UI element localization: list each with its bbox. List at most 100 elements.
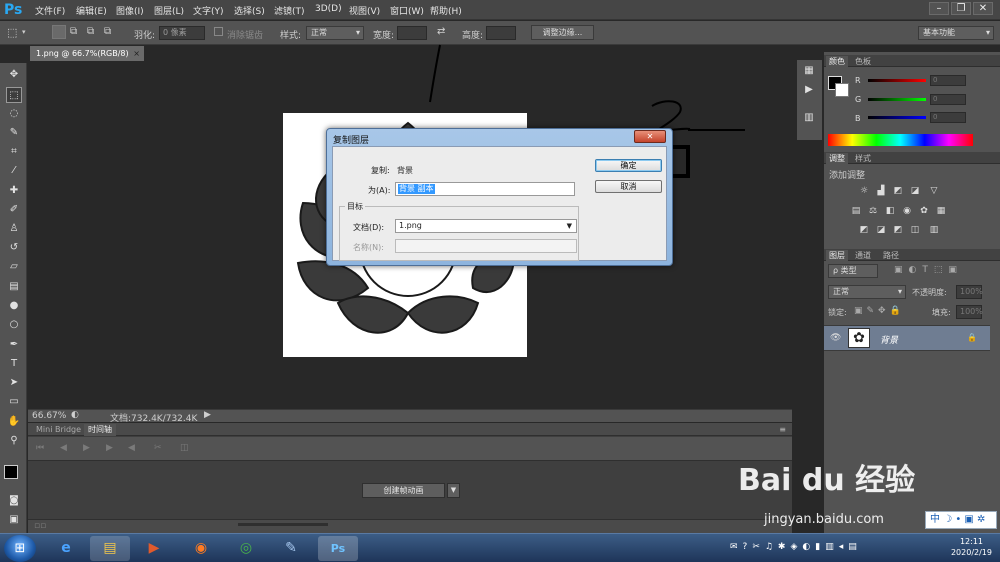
bw-icon[interactable]: ◧ xyxy=(884,206,896,217)
lock-icons[interactable]: ▣✎✥🔒 xyxy=(854,306,905,316)
r-value[interactable]: 0 xyxy=(930,75,966,86)
timeline-panel: Mini Bridge 时间轴 ≡ ⏮ ◀ ▶ ▶ ◀ ✂ ◫ 创建帧动画 ▼ … xyxy=(28,423,792,533)
split-icon[interactable]: ✂ xyxy=(154,443,162,453)
curves-icon[interactable]: ◩ xyxy=(892,186,904,197)
filter-icons[interactable]: ▣◐T⬚▣ xyxy=(894,265,963,275)
status-bar: 66.67% ◐ 文档:732.4K/732.4K ▶ xyxy=(28,409,792,424)
levels-icon[interactable]: ▟ xyxy=(875,186,887,197)
transition-icon[interactable]: ◫ xyxy=(180,443,189,453)
vibrance-icon[interactable]: ▽ xyxy=(928,186,940,197)
photo-filter-icon[interactable]: ◉ xyxy=(901,206,913,217)
photoshop-icon[interactable]: Ps xyxy=(318,536,358,561)
duplicate-layer-dialog: 复制图层 ✕ 复制: 背景 为(A): 背景 副本 目标 文档(D): 1.pn… xyxy=(326,128,673,266)
actions-panel-icon[interactable]: ▶ xyxy=(801,82,817,98)
dialog-body: 复制: 背景 为(A): 背景 副本 目标 文档(D): 1.png ▼ 名称(N… xyxy=(332,146,667,261)
r-slider[interactable] xyxy=(868,79,926,82)
invert-icon[interactable]: ◩ xyxy=(858,225,870,236)
blend-mode-select[interactable]: 正常 ▾ xyxy=(828,285,906,299)
tab-timeline[interactable]: 时间轴 xyxy=(84,424,116,436)
background-color-chip[interactable] xyxy=(835,83,849,97)
chevron-down-icon: ▼ xyxy=(566,222,572,230)
ie-icon[interactable]: e xyxy=(46,536,86,561)
prev-frame-icon[interactable]: ◀ xyxy=(60,443,67,453)
adjustments-panel-tabs: 调整 样式 xyxy=(824,152,1000,164)
panel-menu-icon[interactable]: ≡ xyxy=(775,424,790,436)
chrome-icon[interactable]: ◎ xyxy=(226,536,266,561)
brightness-icon[interactable]: ☼ xyxy=(858,186,870,197)
properties-panel-icon[interactable]: ▥ xyxy=(801,110,817,126)
b-slider[interactable] xyxy=(868,116,926,119)
document-select-value: 1.png xyxy=(399,221,422,230)
cancel-button[interactable]: 取消 xyxy=(595,180,662,193)
firefox-icon[interactable]: ◉ xyxy=(181,536,221,561)
document-label: 文档(D): xyxy=(353,223,385,232)
duplicate-label: 复制: xyxy=(371,166,390,175)
chevron-down-icon[interactable]: ▼ xyxy=(447,483,460,498)
gradient-map-icon[interactable]: ▥ xyxy=(928,225,940,236)
media-player-icon[interactable]: ▶ xyxy=(134,536,174,561)
explorer-icon[interactable]: ▤ xyxy=(90,536,130,561)
start-button[interactable]: ⊞ xyxy=(4,535,36,562)
hue-icon[interactable]: ▤ xyxy=(850,206,862,217)
layer-name: 背景 xyxy=(880,336,899,346)
clock-date: 2020/2/19 xyxy=(950,548,992,557)
clock-time: 12:11 xyxy=(959,537,984,546)
audio-icon[interactable]: ◀ xyxy=(128,443,135,453)
tray-icons[interactable]: ✉?✂♫✱◈◐▮▥◂▤ xyxy=(730,542,862,552)
b-value[interactable]: 0 xyxy=(930,112,966,123)
clock[interactable]: 12:11 2020/2/19 xyxy=(951,536,992,558)
taskbar: ⊞ e ▤ ▶ ◉ ◎ ✎ Ps ✉?✂♫✱◈◐▮▥◂▤ 12:11 2020/… xyxy=(0,533,1000,562)
lock-label: 锁定: xyxy=(828,308,847,317)
posterize-icon[interactable]: ◪ xyxy=(875,225,887,236)
status-icon[interactable]: ◐ xyxy=(71,410,79,420)
create-frame-animation-button[interactable]: 创建帧动画 xyxy=(362,483,445,498)
zoom-level[interactable]: 66.67% xyxy=(32,411,66,421)
dialog-title: 复制图层 xyxy=(333,136,370,146)
opacity-input[interactable]: 100% xyxy=(956,285,983,299)
tab-paths[interactable]: 路径 xyxy=(880,250,902,261)
zoom-slider[interactable] xyxy=(238,523,328,526)
timeline-tabs: Mini Bridge 时间轴 ≡ xyxy=(28,423,792,436)
threshold-icon[interactable]: ◩ xyxy=(892,225,904,236)
g-slider[interactable] xyxy=(868,98,926,101)
tab-channels[interactable]: 通道 xyxy=(852,250,874,261)
play-arrow-icon[interactable]: ▶ xyxy=(204,410,211,420)
layer-filter-select[interactable]: ρ 类型 xyxy=(828,264,878,278)
lookup-icon[interactable]: ▦ xyxy=(935,206,947,217)
eye-icon[interactable]: 👁 xyxy=(830,333,841,343)
layer-filter-value: ρ 类型 xyxy=(833,266,857,275)
next-frame-icon[interactable]: ▶ xyxy=(106,443,113,453)
play-icon[interactable]: ▶ xyxy=(83,443,90,453)
history-panel-icon[interactable]: ▦ xyxy=(801,63,817,79)
as-input[interactable]: 背景 副本 xyxy=(395,182,575,196)
document-select[interactable]: 1.png ▼ xyxy=(395,219,577,233)
selective-color-icon[interactable]: ◫ xyxy=(909,225,921,236)
loop-icon[interactable]: ▫▫ xyxy=(34,521,46,531)
ok-button[interactable]: 确定 xyxy=(595,159,662,172)
fill-input[interactable]: 100% xyxy=(956,305,983,319)
balance-icon[interactable]: ⚖ xyxy=(867,206,879,217)
tab-color[interactable]: 颜色 xyxy=(826,56,848,67)
tab-mini-bridge[interactable]: Mini Bridge xyxy=(32,424,85,436)
name-label: 名称(N): xyxy=(353,243,384,252)
layer-row-background[interactable]: 👁 ✿ 背景 🔒 xyxy=(824,325,990,351)
annotation-line-1 xyxy=(429,44,441,103)
tab-styles[interactable]: 样式 xyxy=(852,153,874,164)
color-spectrum[interactable] xyxy=(828,134,973,146)
dialog-close-button[interactable]: ✕ xyxy=(634,130,666,143)
ime-toolbar[interactable]: 中 ☽ • ▣ ✲ xyxy=(925,511,997,529)
color-panel-tabs: 颜色 色板 xyxy=(824,55,1000,67)
tab-layers[interactable]: 图层 xyxy=(826,250,848,261)
g-value[interactable]: 0 xyxy=(930,94,966,105)
opacity-label: 不透明度: xyxy=(912,288,947,297)
mixer-icon[interactable]: ✿ xyxy=(918,206,930,217)
first-frame-icon[interactable]: ⏮ xyxy=(36,443,44,453)
as-label: 为(A): xyxy=(368,186,391,195)
layers-panel-tabs: 图层 通道 路径 xyxy=(824,249,1000,261)
baidu-watermark-url: jingyan.baidu.com xyxy=(764,512,884,527)
paint-icon[interactable]: ✎ xyxy=(271,536,311,561)
tab-adjustments[interactable]: 调整 xyxy=(826,153,848,164)
exposure-icon[interactable]: ◪ xyxy=(909,186,921,197)
blend-mode-value: 正常 xyxy=(833,287,849,296)
tab-swatches[interactable]: 色板 xyxy=(852,56,874,67)
